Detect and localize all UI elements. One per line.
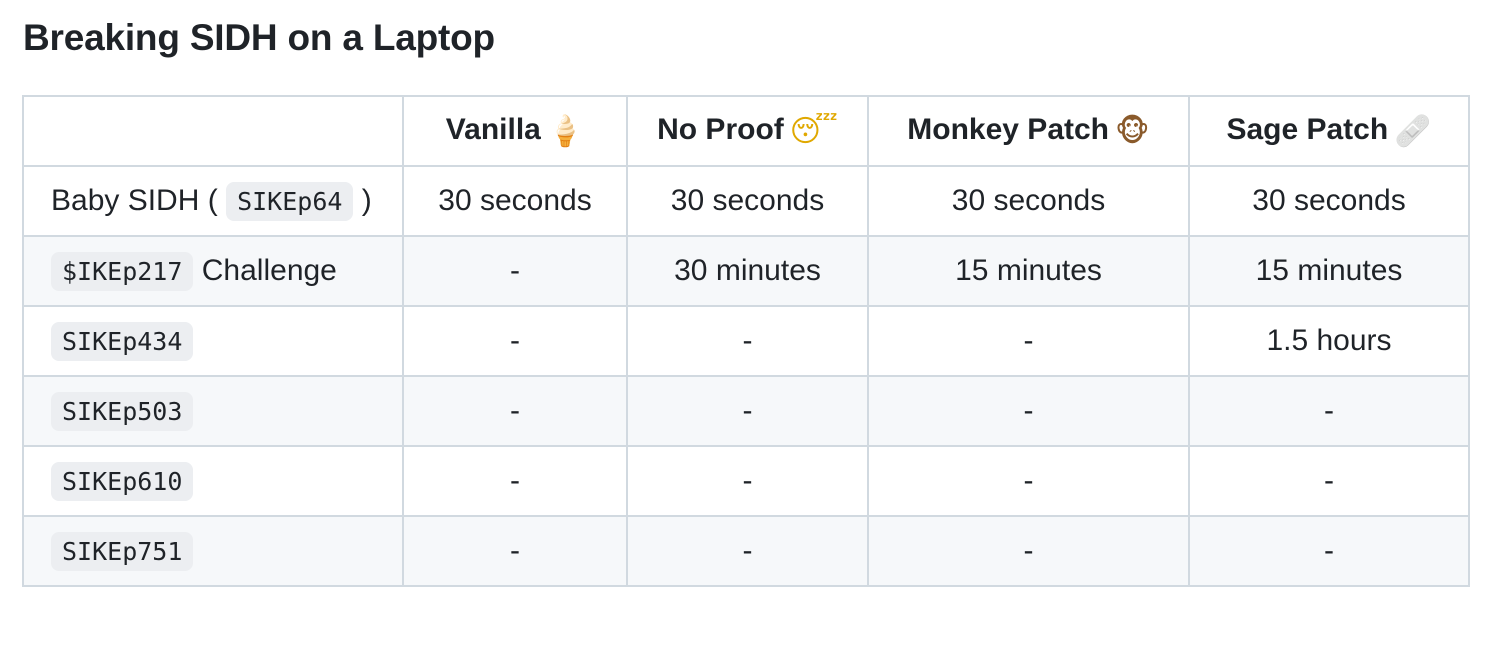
parameter-code: SIKEp503 — [51, 392, 194, 431]
header-label: Monkey Patch — [907, 113, 1110, 146]
row-label: $IKEp217 Challenge — [22, 235, 404, 307]
table-row: SIKEp610 - - - - — [22, 445, 1470, 517]
header-empty-cell — [22, 95, 404, 167]
ice-cream-icon: 🍦 — [546, 114, 585, 149]
parameter-code: SIKEp610 — [51, 462, 194, 501]
table-cell: - — [1188, 375, 1470, 447]
table-cell: 1.5 hours — [1188, 305, 1470, 377]
table-cell: 15 minutes — [867, 235, 1190, 307]
table-cell: - — [1188, 515, 1470, 587]
row-label: SIKEp434 — [22, 305, 404, 377]
header-no-proof: No Proof 😴 — [626, 95, 869, 167]
row-label-prefix: Baby SIDH ( — [51, 184, 218, 217]
row-label: SIKEp503 — [22, 375, 404, 447]
row-label-suffix: ) — [361, 184, 372, 217]
parameter-code: SIKEp751 — [51, 532, 194, 571]
header-monkey-patch: Monkey Patch 🐵 — [867, 95, 1190, 167]
table-cell: - — [867, 515, 1190, 587]
row-label-suffix: Challenge — [201, 254, 337, 287]
table-cell: 15 minutes — [1188, 235, 1470, 307]
sleeping-face-icon: 😴 — [789, 114, 838, 149]
table-cell: - — [626, 375, 869, 447]
table-cell: - — [626, 445, 869, 517]
table-cell: 30 seconds — [1188, 165, 1470, 237]
header-label: No Proof — [657, 113, 784, 146]
monkey-face-icon: 🐵 — [1115, 114, 1150, 149]
table-cell: - — [867, 445, 1190, 517]
table-row: $IKEp217 Challenge - 30 minutes 15 minut… — [22, 235, 1470, 307]
header-vanilla: Vanilla 🍦 — [402, 95, 628, 167]
table-cell: - — [867, 375, 1190, 447]
table-cell: - — [626, 305, 869, 377]
bandage-icon: 🩹 — [1394, 114, 1432, 149]
header-sage-patch: Sage Patch 🩹 — [1188, 95, 1470, 167]
table-cell: - — [867, 305, 1190, 377]
parameter-code: SIKEp64 — [226, 182, 354, 221]
results-table: Vanilla 🍦 No Proof 😴 Monkey Patch 🐵 Sage Pa… — [22, 95, 1470, 587]
table-cell: - — [402, 375, 628, 447]
table-cell: - — [626, 515, 869, 587]
page-title: Breaking SIDH on a Laptop — [23, 17, 495, 58]
table-cell: - — [402, 515, 628, 587]
table-cell: 30 seconds — [626, 165, 869, 237]
table-row: SIKEp434 - - - 1.5 hours — [22, 305, 1470, 377]
table-row: SIKEp503 - - - - — [22, 375, 1470, 447]
table-cell: - — [402, 445, 628, 517]
table-cell: 30 seconds — [402, 165, 628, 237]
table-cell: - — [1188, 445, 1470, 517]
table-cell: 30 minutes — [626, 235, 869, 307]
table-cell: - — [402, 235, 628, 307]
parameter-code: $IKEp217 — [51, 252, 194, 291]
header-label: Sage Patch — [1226, 113, 1389, 146]
parameter-code: SIKEp434 — [51, 322, 194, 361]
row-label: SIKEp751 — [22, 515, 404, 587]
row-label: SIKEp610 — [22, 445, 404, 517]
table-cell: - — [402, 305, 628, 377]
table-row: Baby SIDH ( SIKEp64 ) 30 seconds 30 seco… — [22, 165, 1470, 237]
header-label: Vanilla — [445, 113, 541, 146]
table-cell: 30 seconds — [867, 165, 1190, 237]
header-row: Vanilla 🍦 No Proof 😴 Monkey Patch 🐵 Sage Pa… — [22, 95, 1470, 167]
row-label: Baby SIDH ( SIKEp64 ) — [22, 165, 404, 237]
table-row: SIKEp751 - - - - — [22, 515, 1470, 587]
